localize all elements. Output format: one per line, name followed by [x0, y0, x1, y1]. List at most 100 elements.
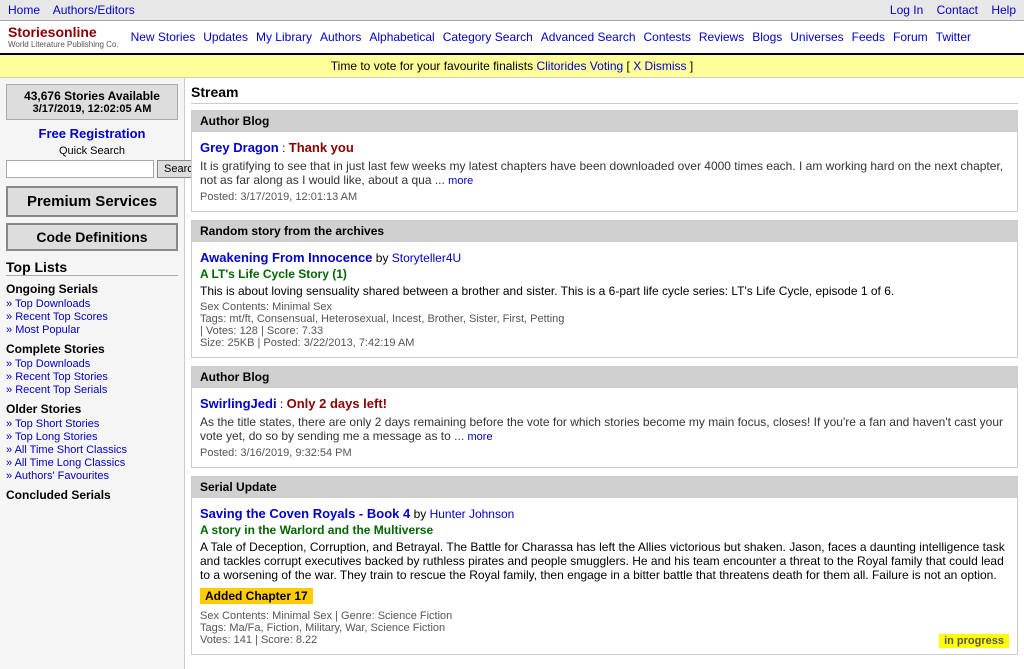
- home-link[interactable]: Home: [8, 3, 40, 17]
- by-author-2: by Hunter Johnson: [414, 507, 515, 521]
- sidebar-top-short-stories[interactable]: Top Short Stories: [6, 418, 178, 430]
- login-link[interactable]: Log In: [890, 3, 923, 17]
- sidebar-top-downloads-ongoing[interactable]: Top Downloads: [6, 298, 178, 310]
- swirlingjedi-post-title[interactable]: Only 2 days left!: [287, 396, 387, 411]
- authors-editors-link[interactable]: Authors/Editors: [53, 3, 135, 17]
- sidebar-all-time-short-classics[interactable]: All Time Short Classics: [6, 444, 178, 456]
- sidebar-all-time-long-classics[interactable]: All Time Long Classics: [6, 457, 178, 469]
- sidebar-recent-top-scores[interactable]: Recent Top Scores: [6, 311, 178, 323]
- serial-update-subtitle: A story in the Warlord and the Multivers…: [200, 523, 1009, 537]
- author-blog-grey-dragon: Author Blog Grey Dragon : Thank you It i…: [191, 110, 1018, 212]
- author-blog-header-1: Author Blog: [192, 111, 1017, 132]
- code-definitions-button[interactable]: Code Definitions: [6, 223, 178, 251]
- help-link[interactable]: Help: [991, 3, 1016, 17]
- site-logo: Storiesonline World Literature Publishin…: [8, 25, 119, 49]
- serial-update-header: Serial Update: [192, 477, 1017, 498]
- logo-subtitle: World Literature Publishing Co.: [8, 40, 119, 49]
- quick-search-label: Quick Search: [6, 145, 178, 157]
- saving-coven-title-link[interactable]: Saving the Coven Royals - Book 4: [200, 506, 410, 521]
- nav-contests[interactable]: Contests: [644, 30, 691, 44]
- grey-dragon-author-link[interactable]: Grey Dragon: [200, 140, 279, 155]
- author-blog-body-1: Grey Dragon : Thank you It is gratifying…: [192, 132, 1017, 211]
- older-stories-title: Older Stories: [6, 402, 178, 416]
- top-nav-right: Log In Contact Help: [880, 3, 1016, 17]
- serial-update-desc: A Tale of Deception, Corruption, and Bet…: [200, 540, 1009, 582]
- sidebar-authors-favourites[interactable]: Authors' Favourites: [6, 470, 178, 482]
- swirlingjedi-separator: :: [280, 397, 287, 411]
- logo-nav-bar: Storiesonline World Literature Publishin…: [0, 21, 1024, 55]
- top-navigation: Home Authors/Editors Log In Contact Help: [0, 0, 1024, 21]
- nav-blogs[interactable]: Blogs: [752, 30, 782, 44]
- sidebar: 43,676 Stories Available 3/17/2019, 12:0…: [0, 78, 185, 669]
- random-story-subtitle: A LT's Life Cycle Story (1): [200, 267, 1009, 281]
- serial-update-section: Serial Update Saving the Coven Royals - …: [191, 476, 1018, 655]
- author-blog-body-2: SwirlingJedi : Only 2 days left! As the …: [192, 388, 1017, 467]
- stories-count: 43,676 Stories Available 3/17/2019, 12:0…: [6, 84, 178, 120]
- dismiss-link[interactable]: X Dismiss: [633, 59, 686, 73]
- nav-my-library[interactable]: My Library: [256, 30, 312, 44]
- sidebar-top-long-stories[interactable]: Top Long Stories: [6, 431, 178, 443]
- grey-dragon-post-date: Posted: 3/17/2019, 12:01:13 AM: [200, 191, 1009, 203]
- hunter-johnson-link[interactable]: Hunter Johnson: [430, 507, 515, 521]
- author-blog-swirlingjedi: Author Blog SwirlingJedi : Only 2 days l…: [191, 366, 1018, 468]
- nav-forum[interactable]: Forum: [893, 30, 928, 44]
- premium-services-button[interactable]: Premium Services: [6, 186, 178, 217]
- grey-dragon-separator: :: [282, 141, 289, 155]
- storyteller4u-link[interactable]: Storyteller4U: [392, 251, 461, 265]
- nav-new-stories[interactable]: New Stories: [131, 30, 196, 44]
- alert-text: Time to vote for your favourite finalist…: [331, 59, 533, 73]
- content-area: Stream Author Blog Grey Dragon : Thank y…: [185, 78, 1024, 669]
- by-author-1: by Storyteller4U: [376, 251, 461, 265]
- random-story-header: Random story from the archives: [192, 221, 1017, 242]
- author-blog-header-2: Author Blog: [192, 367, 1017, 388]
- swirlingjedi-post-date: Posted: 3/16/2019, 9:32:54 PM: [200, 447, 1009, 459]
- nav-category-search[interactable]: Category Search: [443, 30, 533, 44]
- swirlingjedi-more-link[interactable]: more: [468, 431, 493, 443]
- random-story-desc: This is about loving sensuality shared b…: [200, 284, 1009, 298]
- nav-feeds[interactable]: Feeds: [852, 30, 885, 44]
- added-chapter-badge: Added Chapter 17: [200, 585, 1009, 607]
- random-story-section: Random story from the archives Awakening…: [191, 220, 1018, 358]
- concluded-serials-title: Concluded Serials: [6, 488, 178, 502]
- random-story-title-row: Awakening From Innocence by Storyteller4…: [200, 250, 1009, 265]
- in-progress-badge: in progress: [939, 634, 1009, 648]
- subtitle-num: (1): [332, 267, 347, 281]
- grey-dragon-more-link[interactable]: more: [448, 175, 473, 187]
- complete-stories-title: Complete Stories: [6, 342, 178, 356]
- lt-life-cycle-link[interactable]: A LT's Life Cycle Story: [200, 267, 329, 281]
- nav-alphabetical[interactable]: Alphabetical: [369, 30, 434, 44]
- sidebar-most-popular[interactable]: Most Popular: [6, 324, 178, 336]
- nav-reviews[interactable]: Reviews: [699, 30, 744, 44]
- search-row: Search: [6, 160, 178, 178]
- free-registration-link[interactable]: Free Registration: [6, 126, 178, 141]
- nav-authors[interactable]: Authors: [320, 30, 361, 44]
- search-input[interactable]: [6, 160, 154, 178]
- serial-update-title-row: Saving the Coven Royals - Book 4 by Hunt…: [200, 506, 1009, 521]
- stories-count-number: 43,676 Stories Available: [11, 89, 173, 103]
- logo-title: Storiesonline: [8, 25, 119, 40]
- alert-bar: Time to vote for your favourite finalist…: [0, 55, 1024, 78]
- swirlingjedi-author-link[interactable]: SwirlingJedi: [200, 396, 277, 411]
- random-story-meta: Sex Contents: Minimal Sex Tags: mt/ft, C…: [200, 301, 1009, 349]
- awakening-story-title-link[interactable]: Awakening From Innocence: [200, 250, 372, 265]
- nav-updates[interactable]: Updates: [203, 30, 248, 44]
- ongoing-serials-title: Ongoing Serials: [6, 282, 178, 296]
- sidebar-recent-top-stories[interactable]: Recent Top Stories: [6, 371, 178, 383]
- sidebar-top-downloads-complete[interactable]: Top Downloads: [6, 358, 178, 370]
- warlord-multiverse-link[interactable]: A story in the Warlord and the Multivers…: [200, 523, 433, 537]
- sidebar-recent-top-serials[interactable]: Recent Top Serials: [6, 384, 178, 396]
- nav-twitter[interactable]: Twitter: [936, 30, 971, 44]
- contact-link[interactable]: Contact: [937, 3, 978, 17]
- stories-count-date: 3/17/2019, 12:02:05 AM: [11, 103, 173, 115]
- top-lists-header: Top Lists: [6, 259, 178, 276]
- top-nav-left: Home Authors/Editors: [8, 3, 145, 17]
- random-story-body: Awakening From Innocence by Storyteller4…: [192, 242, 1017, 357]
- main-layout: 43,676 Stories Available 3/17/2019, 12:0…: [0, 78, 1024, 669]
- grey-dragon-post-title[interactable]: Thank you: [289, 140, 354, 155]
- swirlingjedi-post-text: As the title states, there are only 2 da…: [200, 415, 1009, 443]
- clitorides-link[interactable]: Clitorides Voting: [536, 59, 623, 73]
- grey-dragon-post-text: It is gratifying to see that in just las…: [200, 159, 1009, 187]
- nav-universes[interactable]: Universes: [790, 30, 843, 44]
- nav-advanced-search[interactable]: Advanced Search: [541, 30, 636, 44]
- stream-header: Stream: [191, 84, 1018, 104]
